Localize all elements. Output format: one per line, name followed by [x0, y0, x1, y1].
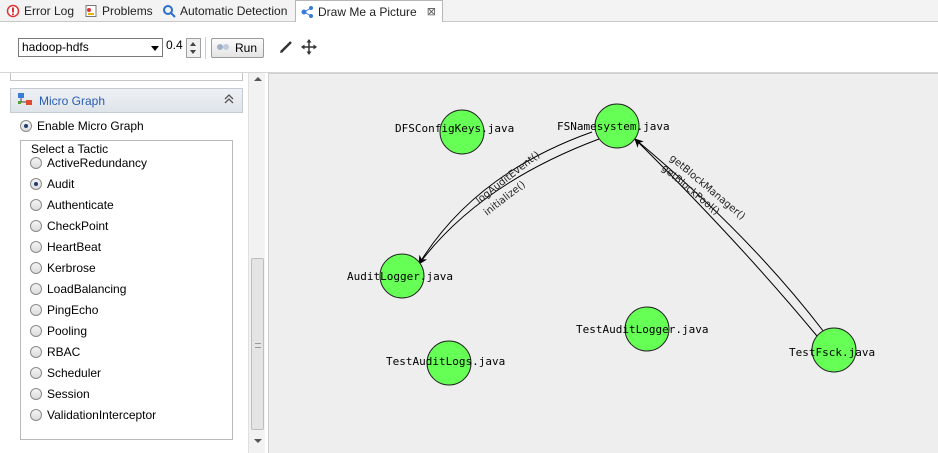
enable-radio[interactable]: [20, 120, 32, 132]
search-icon: [162, 4, 176, 18]
tactic-option-kerbrose[interactable]: Kerbrose: [30, 261, 96, 275]
tactic-radio[interactable]: [30, 262, 42, 274]
tactic-group-label: Select a Tactic: [30, 142, 110, 156]
tactic-label: Scheduler: [47, 366, 102, 380]
scrollbar-grip: [255, 343, 261, 348]
tactic-radio[interactable]: [30, 367, 42, 379]
run-button-label: Run: [235, 41, 258, 55]
tactic-radio[interactable]: [30, 304, 42, 316]
pencil-icon[interactable]: [278, 39, 294, 55]
threshold-value[interactable]: 0.4: [166, 38, 183, 52]
tactic-label: ActiveRedundancy: [47, 156, 148, 170]
tactic-option-audit[interactable]: Audit: [30, 177, 74, 191]
tab-label: Error Log: [24, 3, 75, 18]
panel-top-strip: [10, 73, 243, 81]
tab-problems[interactable]: Problems: [80, 0, 157, 21]
tactic-option-session[interactable]: Session: [30, 387, 90, 401]
scrollbar-thumb[interactable]: [251, 258, 264, 430]
tactic-radio[interactable]: [30, 346, 42, 358]
micro-graph-icon: [17, 91, 33, 110]
enable-micro-graph-option[interactable]: Enable Micro Graph: [20, 119, 144, 133]
tactic-option-validationinterceptor[interactable]: ValidationInterceptor: [30, 408, 156, 422]
view-tab-bar: Error Log Problems Automatic Detection D…: [0, 0, 938, 22]
tactic-option-pingecho[interactable]: PingEcho: [30, 303, 98, 317]
collapse-icon[interactable]: [224, 94, 234, 107]
tactic-group: Select a Tactic ActiveRedundancy Audit Aut…: [20, 140, 233, 440]
tactic-option-checkpoint[interactable]: CheckPoint: [30, 219, 108, 233]
tactic-option-heartbeat[interactable]: HeartBeat: [30, 240, 101, 254]
tactic-radio[interactable]: [30, 325, 42, 337]
tactic-label: Audit: [47, 177, 75, 191]
enable-label: Enable Micro Graph: [37, 119, 144, 133]
tactic-label: Pooling: [47, 324, 88, 338]
tab-automatic-detection[interactable]: Automatic Detection: [158, 0, 291, 21]
tab-draw-me-a-picture[interactable]: Draw Me a Picture ⊠: [295, 0, 443, 22]
move-icon[interactable]: [301, 39, 317, 55]
graph-node-label: DFSConfigKeys.java: [395, 122, 514, 135]
close-icon[interactable]: ⊠: [427, 5, 436, 18]
tactic-option-loadbalancing[interactable]: LoadBalancing: [30, 282, 126, 296]
tactic-label: PingEcho: [47, 303, 99, 317]
tactic-radio[interactable]: [30, 409, 42, 421]
tactic-label: Session: [47, 387, 90, 401]
tactic-label: CheckPoint: [47, 219, 109, 233]
chevron-down-icon: [151, 46, 159, 51]
spinner-up-icon[interactable]: [190, 42, 196, 46]
tactic-option-rbac[interactable]: RBAC: [30, 345, 80, 359]
tactic-radio[interactable]: [30, 283, 42, 295]
toolbar-separator: [205, 37, 206, 59]
project-select[interactable]: hadoop-hdfs: [18, 38, 163, 57]
graph-node-label: TestAuditLogger.java: [576, 323, 708, 336]
graph-node-label: TestFsck.java: [789, 346, 875, 359]
tactic-option-scheduler[interactable]: Scheduler: [30, 366, 101, 380]
tactic-option-authenticate[interactable]: Authenticate: [30, 198, 114, 212]
problems-icon: [84, 4, 98, 18]
graph-svg: logAuditEvent()initialize() getBlockManag…: [347, 103, 875, 386]
micro-graph-section-header[interactable]: Micro Graph: [10, 88, 243, 113]
scroll-down-icon[interactable]: [254, 439, 262, 443]
graph-node-label: TestAuditLogs.java: [386, 355, 505, 368]
project-select-value: hadoop-hdfs: [22, 40, 89, 54]
tactic-radio[interactable]: [30, 157, 42, 169]
tab-label: Draw Me a Picture: [318, 4, 417, 19]
tactic-radio[interactable]: [30, 178, 42, 190]
tactic-radio[interactable]: [30, 241, 42, 253]
tactic-label: RBAC: [47, 345, 81, 359]
graph-node-label: AuditLogger.java: [347, 270, 453, 283]
tactic-label: ValidationInterceptor: [47, 408, 157, 422]
scroll-up-icon[interactable]: [254, 77, 262, 81]
section-title: Micro Graph: [39, 93, 106, 108]
graph-node-label: FSNamesystem.java: [557, 120, 670, 133]
run-button[interactable]: Run: [211, 38, 264, 58]
tactic-label: Kerbrose: [47, 261, 96, 275]
tab-label: Problems: [102, 3, 153, 18]
spinner-down-icon[interactable]: [190, 50, 196, 54]
panel-scrollbar[interactable]: [248, 73, 265, 453]
threshold-spinner[interactable]: [186, 38, 201, 58]
tab-error-log[interactable]: Error Log: [2, 0, 78, 21]
tactic-label: LoadBalancing: [47, 282, 127, 296]
tactic-radio[interactable]: [30, 220, 42, 232]
tactic-option-activeredundancy[interactable]: ActiveRedundancy: [30, 156, 147, 170]
tactic-label: HeartBeat: [47, 240, 102, 254]
error-log-icon: [6, 4, 20, 18]
tab-label: Automatic Detection: [180, 3, 288, 18]
tactic-radio[interactable]: [30, 388, 42, 400]
micro-graph-panel: Micro Graph Enable Micro Graph Select a …: [10, 73, 265, 453]
graph-icon: [300, 5, 314, 19]
graph-canvas[interactable]: logAuditEvent() initialize() getBlockManag…: [268, 73, 938, 453]
tactic-option-pooling[interactable]: Pooling: [30, 324, 87, 338]
run-icon: [216, 41, 230, 56]
tactic-radio[interactable]: [30, 199, 42, 211]
toolbar: hadoop-hdfs 0.4 Run: [0, 23, 938, 73]
tactic-label: Authenticate: [47, 198, 114, 212]
